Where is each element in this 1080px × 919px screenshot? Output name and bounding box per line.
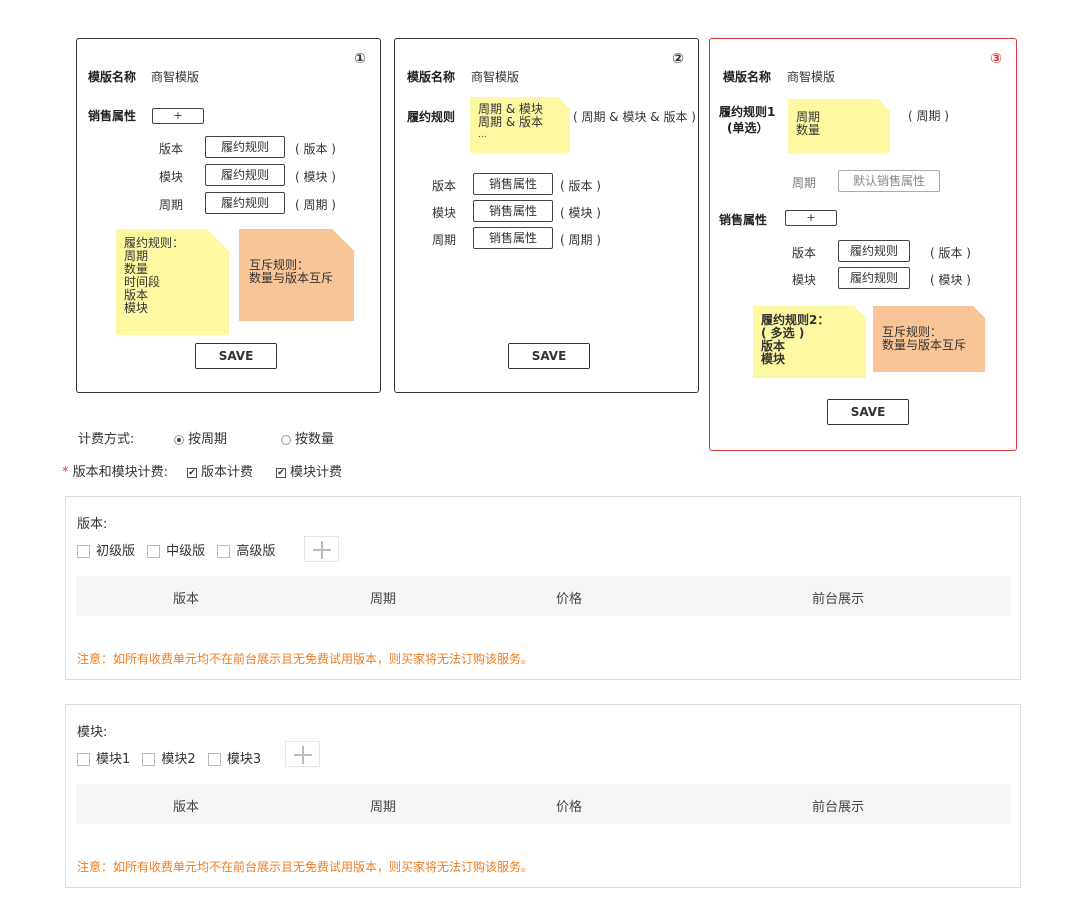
default-sales-attr-button[interactable]: 默认销售属性	[838, 170, 940, 192]
checked-icon: ✔	[276, 467, 286, 478]
fulfillment-rule-button[interactable]: 履约规则	[205, 136, 285, 158]
template-name-value: 商智模版	[471, 70, 520, 84]
option-module-1[interactable]: 模块1	[77, 752, 130, 767]
save-button[interactable]: SAVE	[195, 343, 277, 369]
version-options: 初级版 中级版 高级版	[77, 540, 275, 559]
row-name: 模块	[792, 273, 817, 287]
radio-icon	[281, 434, 291, 445]
template-card-1: ① 模版名称 商智模版 销售属性 + 版本 履约规则 ( 版本 ) 模块 履约规…	[76, 38, 381, 393]
fulfillment-rule-label: 履约规则	[407, 110, 456, 124]
row-tag: ( 周期 )	[295, 198, 336, 212]
card-number: ②	[672, 51, 684, 67]
sales-attr-button[interactable]: 销售属性	[473, 173, 553, 195]
row-tag: ( 版本 )	[295, 142, 336, 156]
col-price: 价格	[556, 800, 583, 815]
warning-text: 注意：如所有收费单元均不在前台展示且无免费试用版本，则买家将无法订购该服务。	[77, 652, 534, 666]
period-label: 周期	[792, 176, 817, 190]
version-module-billing-row: * 版本和模块计费:	[62, 461, 168, 480]
row-name: 模块	[432, 206, 457, 220]
option-basic[interactable]: 初级版	[77, 544, 135, 559]
table-header: 版本 周期 价格 前台展示	[76, 784, 1010, 824]
row-tag: ( 周期 )	[560, 233, 601, 247]
col-price: 价格	[556, 592, 583, 607]
template-name-value: 商智模版	[151, 70, 200, 84]
table-header: 版本 周期 价格 前台展示	[76, 576, 1010, 616]
col-version: 版本	[173, 592, 200, 607]
version-module-billing-label: 版本和模块计费:	[72, 465, 169, 480]
sales-attr-button[interactable]: 销售属性	[473, 227, 553, 249]
option-module-2[interactable]: 模块2	[142, 752, 196, 767]
rule-tag: ( 周期 & 模块 & 版本 )	[573, 110, 696, 124]
checked-icon: ✔	[187, 467, 197, 478]
row-name: 周期	[159, 198, 184, 212]
row-tag: ( 模块 )	[560, 206, 601, 220]
card-number: ③	[990, 51, 1002, 67]
save-button[interactable]: SAVE	[508, 343, 590, 369]
sticky-note-rule2: 履约规则2： ( 多选 ) 版本 模块	[753, 306, 866, 378]
fulfillment-rule-1-sublabel: (单选）	[727, 121, 769, 135]
radio-by-quantity[interactable]: 按数量	[281, 428, 334, 447]
required-star: *	[62, 465, 69, 480]
template-name-value: 商智模版	[787, 70, 836, 84]
module-panel: 模块: 模块1 模块2 模块3 版本 周期 价格 前台展示 注意：如所有收费单元…	[65, 704, 1021, 888]
checkbox-module-billing[interactable]: ✔ 模块计费	[276, 461, 342, 480]
row-tag: ( 版本 )	[560, 179, 601, 193]
sales-attr-label: 销售属性	[719, 213, 768, 227]
sticky-note-combos: 周期 & 模块 周期 & 版本 ...	[470, 97, 570, 153]
col-version: 版本	[173, 800, 200, 815]
fulfillment-rule-button[interactable]: 履约规则	[838, 240, 910, 262]
template-name-label: 模版名称	[88, 70, 137, 84]
radio-icon	[174, 434, 184, 445]
fulfillment-rule-button[interactable]: 履约规则	[205, 192, 285, 214]
sticky-note-mutex: 互斥规则： 数量与版本互斥	[873, 306, 985, 372]
panel-title: 模块:	[77, 725, 108, 740]
module-options: 模块1 模块2 模块3	[77, 748, 261, 767]
row-tag: ( 模块 )	[930, 273, 971, 287]
checkbox-version-billing[interactable]: ✔ 版本计费	[187, 461, 253, 480]
add-sales-attr-button[interactable]: +	[152, 108, 204, 124]
billing-mode-label: 计费方式:	[78, 432, 135, 447]
col-frontend-display: 前台展示	[812, 592, 865, 607]
row-tag: ( 模块 )	[295, 170, 336, 184]
sales-attr-label: 销售属性	[88, 109, 137, 123]
fulfillment-rule-1-label: 履约规则1	[719, 105, 776, 119]
col-period: 周期	[370, 800, 397, 815]
add-option-icon[interactable]	[285, 741, 320, 767]
row-name: 版本	[432, 179, 457, 193]
version-panel: 版本: 初级版 中级版 高级版 版本 周期 价格 前台展示 注意：如所有收费单元…	[65, 496, 1021, 680]
save-button[interactable]: SAVE	[827, 399, 909, 425]
fulfillment-rule-button[interactable]: 履约规则	[838, 267, 910, 289]
col-frontend-display: 前台展示	[812, 800, 865, 815]
template-card-3: ③ 模版名称 商智模版 履约规则1 (单选） 周期 数量 ( 周期 ) 周期 默…	[709, 38, 1017, 451]
template-name-label: 模版名称	[723, 70, 772, 84]
sticky-note-rule1: 周期 数量	[788, 99, 890, 153]
option-advanced[interactable]: 高级版	[217, 544, 275, 559]
option-mid[interactable]: 中级版	[147, 544, 205, 559]
radio-by-period[interactable]: 按周期	[174, 428, 227, 447]
row-name: 模块	[159, 170, 184, 184]
col-period: 周期	[370, 592, 397, 607]
billing-mode-row: 计费方式:	[78, 428, 134, 447]
warning-text: 注意：如所有收费单元均不在前台展示且无免费试用版本，则买家将无法订购该服务。	[77, 860, 534, 874]
fulfillment-rule-button[interactable]: 履约规则	[205, 164, 285, 186]
sticky-note-rules: 履约规则： 周期 数量 时间段 版本 模块	[116, 229, 229, 335]
template-card-2: ② 模版名称 商智模版 履约规则 周期 & 模块 周期 & 版本 ... ( 周…	[394, 38, 699, 393]
sticky-note-mutex: 互斥规则： 数量与版本互斥	[239, 229, 354, 321]
rule1-tag: ( 周期 )	[908, 109, 949, 123]
row-name: 版本	[159, 142, 184, 156]
template-name-label: 模版名称	[407, 70, 456, 84]
row-tag: ( 版本 )	[930, 246, 971, 260]
sales-attr-button[interactable]: 销售属性	[473, 200, 553, 222]
add-sales-attr-button[interactable]: +	[785, 210, 837, 226]
option-module-3[interactable]: 模块3	[207, 752, 261, 767]
panel-title: 版本:	[77, 517, 108, 532]
add-option-icon[interactable]	[304, 536, 339, 562]
card-number: ①	[354, 51, 366, 67]
row-name: 版本	[792, 246, 817, 260]
row-name: 周期	[432, 233, 457, 247]
